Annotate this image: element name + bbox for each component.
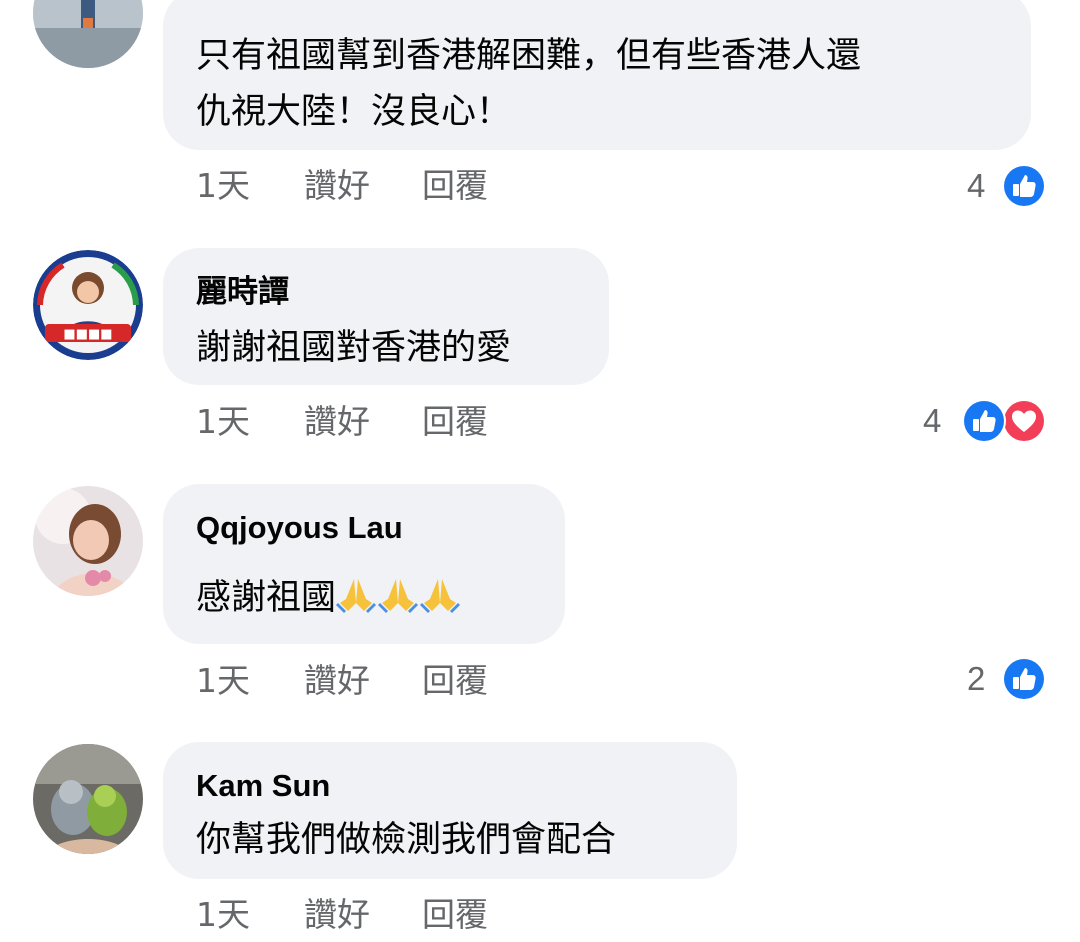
reply-button[interactable]: 回覆: [422, 893, 488, 937]
comment-bubble: Qqjoyous Lau 感謝祖國: [163, 484, 565, 644]
comment-time[interactable]: 1天: [196, 164, 250, 208]
reaction-count: 4: [923, 402, 942, 439]
svg-text:■■■■: ■■■■: [63, 327, 112, 342]
like-button[interactable]: 讚好: [304, 400, 370, 444]
comment-text-line-1: 只有祖國幫到香港解困難，但有些香港人還: [196, 36, 862, 76]
comment-author[interactable]: Qqjoyous Lau: [196, 510, 403, 546]
comment-4: Kam Sun 你幫我們做檢測我們會配合 1天 讚好 回覆: [0, 742, 1080, 942]
avatar-photo: [33, 744, 143, 854]
like-icon: [1002, 657, 1046, 701]
reaction-summary[interactable]: 4: [923, 398, 1047, 444]
avatar-photo: [33, 0, 143, 68]
folded-hands-emoji: [336, 579, 377, 613]
comment-bubble: 只有祖國幫到香港解困難，但有些香港人還 仇視大陸！沒良心！: [163, 0, 1031, 150]
avatar[interactable]: [33, 0, 143, 68]
avatar[interactable]: [33, 744, 143, 854]
reaction-summary[interactable]: 2: [967, 656, 1047, 702]
reply-button[interactable]: 回覆: [422, 400, 488, 444]
comment-text-body: 感謝祖國: [196, 578, 337, 618]
comment-2: ■■■■ 麗時譚 謝謝祖國對香港的愛 1天 讚好 回覆 4: [0, 248, 1080, 460]
reaction-count: 4: [967, 167, 986, 204]
like-button[interactable]: 讚好: [304, 893, 370, 937]
comment-text-line-2: 仇視大陸！沒良心！: [196, 92, 512, 132]
like-button[interactable]: 讚好: [304, 164, 370, 208]
avatar[interactable]: ■■■■: [33, 250, 143, 360]
reply-button[interactable]: 回覆: [422, 659, 488, 703]
comment-author[interactable]: 麗時譚: [196, 274, 289, 310]
folded-hands-emoji: [420, 579, 461, 613]
comment-time[interactable]: 1天: [196, 893, 250, 937]
avatar-photo: ■■■■: [33, 250, 143, 360]
reply-button[interactable]: 回覆: [422, 164, 488, 208]
like-icon: [1002, 164, 1046, 208]
comment-bubble: 麗時譚 謝謝祖國對香港的愛: [163, 248, 609, 385]
reaction-count: 2: [967, 660, 986, 697]
comment-3: Qqjoyous Lau 感謝祖國 1天 讚好 回覆 2: [0, 484, 1080, 714]
comment-time[interactable]: 1天: [196, 400, 250, 444]
reaction-summary[interactable]: 4: [967, 163, 1047, 209]
comment-text: 你幫我們做檢測我們會配合: [196, 820, 617, 860]
avatar[interactable]: [33, 486, 143, 596]
comment-bubble: Kam Sun 你幫我們做檢測我們會配合: [163, 742, 737, 879]
comment-time[interactable]: 1天: [196, 659, 250, 703]
like-button[interactable]: 讚好: [304, 659, 370, 703]
comment-author[interactable]: Kam Sun: [196, 768, 330, 804]
comment-1: 只有祖國幫到香港解困難，但有些香港人還 仇視大陸！沒良心！ 1天 讚好 回覆 4: [0, 0, 1080, 220]
comment-text: 感謝祖國: [196, 572, 462, 624]
love-icon: [1002, 399, 1046, 443]
avatar-photo: [33, 486, 143, 596]
like-icon: [962, 399, 1006, 443]
folded-hands-emoji: [378, 579, 419, 613]
comment-text: 謝謝祖國對香港的愛: [196, 328, 512, 368]
